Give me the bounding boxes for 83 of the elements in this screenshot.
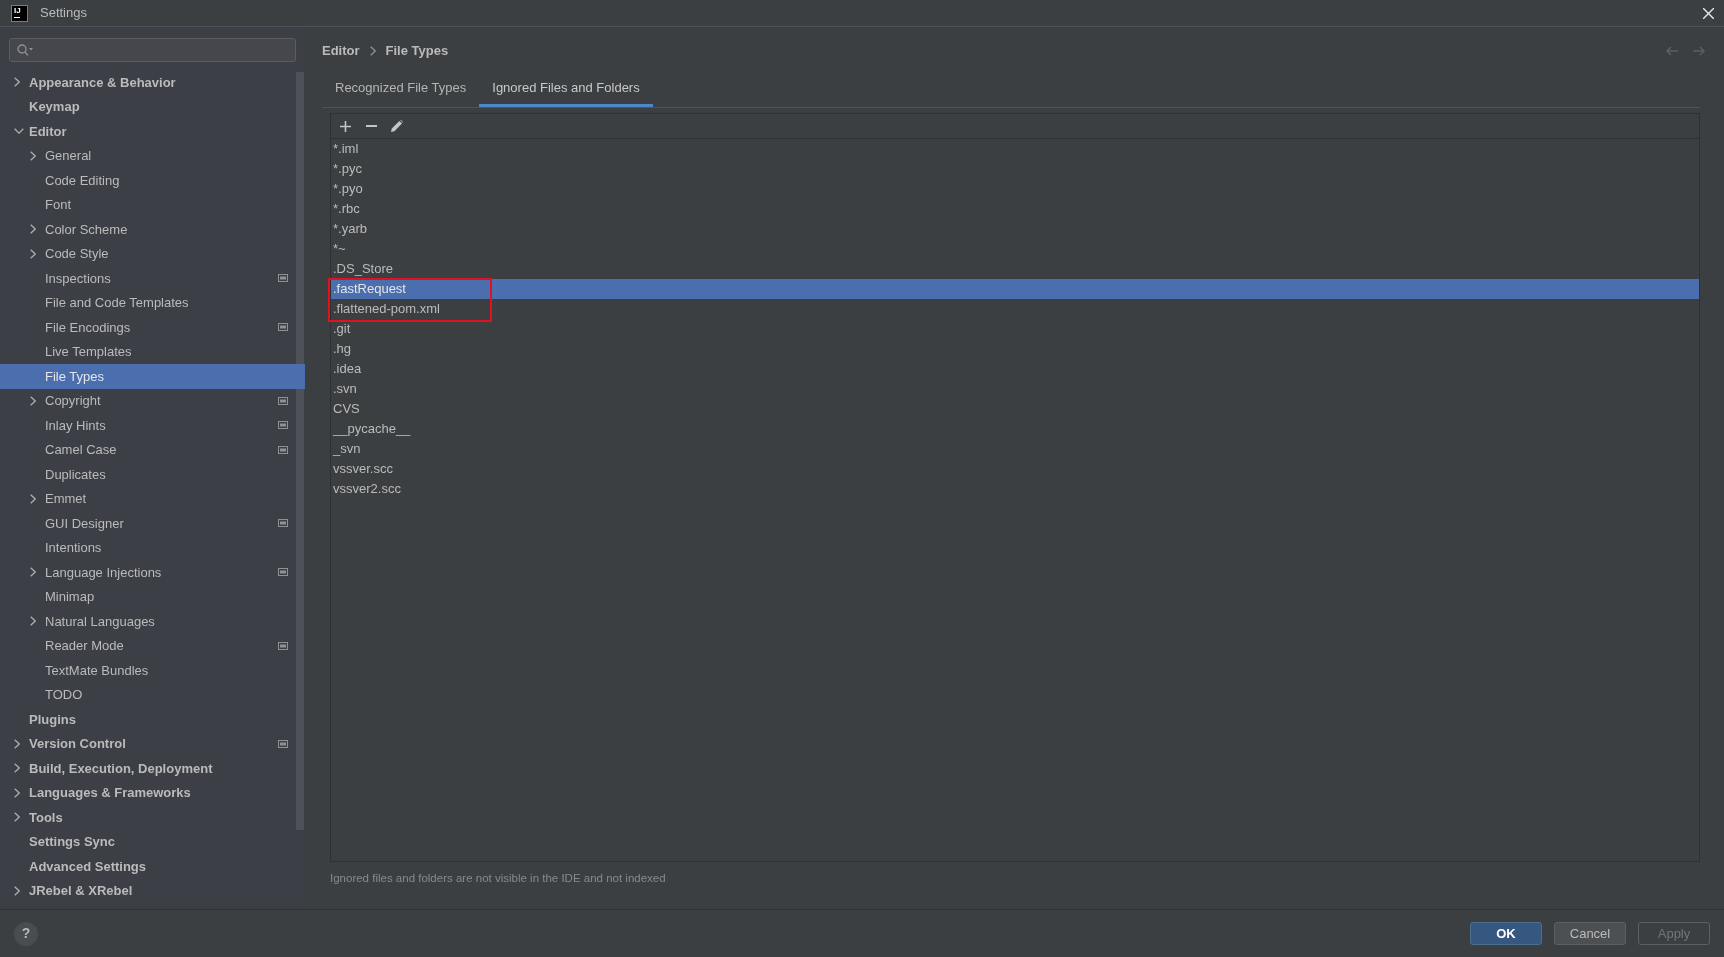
sidebar-item[interactable]: GUI Designer bbox=[0, 511, 305, 536]
sidebar-item[interactable]: Settings Sync bbox=[0, 829, 305, 854]
sidebar-item[interactable]: Color Scheme bbox=[0, 217, 305, 242]
chevron-right-icon[interactable] bbox=[30, 224, 36, 235]
chevron-right-icon[interactable] bbox=[30, 493, 36, 504]
sidebar-item[interactable]: Font bbox=[0, 192, 305, 217]
sidebar-item[interactable]: Camel Case bbox=[0, 437, 305, 462]
sidebar-item[interactable]: Minimap bbox=[0, 584, 305, 609]
breadcrumb-item: Editor bbox=[322, 41, 360, 60]
chevron-right-icon bbox=[369, 45, 376, 56]
list-item[interactable]: _svn bbox=[331, 439, 1699, 459]
sidebar-item[interactable]: Advanced Settings bbox=[0, 854, 305, 879]
tab[interactable]: Ignored Files and Folders bbox=[479, 72, 653, 107]
sidebar-item[interactable]: JRebel & XRebel bbox=[0, 878, 305, 903]
sidebar-item[interactable]: Code Editing bbox=[0, 168, 305, 193]
chevron-right-icon[interactable] bbox=[14, 787, 20, 798]
sidebar-item[interactable]: Keymap bbox=[0, 94, 305, 119]
sidebar-item[interactable]: Version Control bbox=[0, 731, 305, 756]
sidebar-item[interactable]: Language Injections bbox=[0, 560, 305, 585]
list-item[interactable]: *.yarb bbox=[331, 219, 1699, 239]
sidebar-item[interactable]: Live Templates bbox=[0, 339, 305, 364]
chevron-right-icon[interactable] bbox=[14, 812, 20, 823]
list-item[interactable]: *.rbc bbox=[331, 199, 1699, 219]
list-item[interactable]: .flattened-pom.xml bbox=[331, 299, 1699, 319]
hint-text: Ignored files and folders are not visible in the IDE and not indexed bbox=[330, 871, 666, 885]
list-item[interactable]: *.iml bbox=[331, 139, 1699, 159]
chevron-right-icon[interactable] bbox=[14, 738, 20, 749]
sidebar-item[interactable]: Inspections bbox=[0, 266, 305, 291]
chevron-right-icon[interactable] bbox=[30, 248, 36, 259]
add-icon[interactable] bbox=[339, 120, 351, 132]
sidebar-item[interactable]: Languages & Frameworks bbox=[0, 780, 305, 805]
app-logo: IJ bbox=[11, 4, 28, 22]
list-item[interactable]: CVS bbox=[331, 399, 1699, 419]
search-icon bbox=[17, 44, 33, 56]
sidebar-item[interactable]: Emmet bbox=[0, 486, 305, 511]
list-item[interactable]: .git bbox=[331, 319, 1699, 339]
list-item[interactable]: *.pyo bbox=[331, 179, 1699, 199]
sidebar-item[interactable]: Duplicates bbox=[0, 462, 305, 487]
chevron-right-icon[interactable] bbox=[14, 77, 20, 88]
sidebar-item[interactable]: Intentions bbox=[0, 535, 305, 560]
sidebar-item[interactable]: TODO bbox=[0, 682, 305, 707]
sidebar-item[interactable]: TextMate Bundles bbox=[0, 658, 305, 683]
list-item[interactable]: .fastRequest bbox=[331, 279, 1699, 299]
list-item[interactable]: vssver.scc bbox=[331, 459, 1699, 479]
chevron-right-icon[interactable] bbox=[30, 616, 36, 627]
sidebar-item[interactable]: Editor bbox=[0, 119, 305, 144]
window-title: Settings bbox=[40, 4, 87, 23]
close-icon[interactable] bbox=[1703, 7, 1714, 19]
chevron-right-icon[interactable] bbox=[14, 763, 20, 774]
sidebar-item[interactable]: File Encodings bbox=[0, 315, 305, 340]
sidebar-item[interactable]: File Types bbox=[0, 364, 305, 389]
scrollbar-thumb[interactable] bbox=[296, 72, 304, 830]
sidebar-item[interactable]: Natural Languages bbox=[0, 609, 305, 634]
chevron-right-icon[interactable] bbox=[14, 885, 20, 896]
sidebar-item[interactable]: Appearance & Behavior bbox=[0, 70, 305, 95]
sidebar-item[interactable]: Code Style bbox=[0, 241, 305, 266]
breadcrumb-item: File Types bbox=[385, 41, 449, 60]
sidebar-item[interactable]: Plugins bbox=[0, 707, 305, 732]
sidebar-item[interactable]: Inlay Hints bbox=[0, 413, 305, 438]
sidebar-item[interactable]: File and Code Templates bbox=[0, 290, 305, 315]
sidebar-item[interactable]: Reader Mode bbox=[0, 633, 305, 658]
tab[interactable]: Recognized File Types bbox=[322, 72, 480, 107]
list-item[interactable]: __pycache__ bbox=[331, 419, 1699, 439]
help-button[interactable]: ? bbox=[14, 921, 38, 946]
sidebar-item[interactable]: Tools bbox=[0, 805, 305, 830]
sidebar-item[interactable]: Build, Execution, Deployment bbox=[0, 756, 305, 781]
chevron-right-icon[interactable] bbox=[30, 395, 36, 406]
chevron-right-icon[interactable] bbox=[30, 567, 36, 578]
chevron-down-icon[interactable] bbox=[14, 128, 24, 135]
list-item[interactable]: .hg bbox=[331, 339, 1699, 359]
chevron-right-icon[interactable] bbox=[30, 150, 36, 161]
list-item[interactable]: .DS_Store bbox=[331, 259, 1699, 279]
list-item[interactable]: *~ bbox=[331, 239, 1699, 259]
list-item[interactable]: vssver2.scc bbox=[331, 479, 1699, 499]
pencil-icon[interactable] bbox=[391, 120, 403, 132]
list-item[interactable]: .idea bbox=[331, 359, 1699, 379]
dialog-button[interactable]: OK bbox=[1470, 922, 1542, 945]
search-field[interactable] bbox=[9, 38, 296, 62]
list-item[interactable]: .svn bbox=[331, 379, 1699, 399]
dialog-button[interactable]: Cancel bbox=[1554, 922, 1626, 945]
list-item[interactable]: *.pyc bbox=[331, 159, 1699, 179]
sidebar-item[interactable]: General bbox=[0, 143, 305, 168]
sidebar-item[interactable]: Copyright bbox=[0, 388, 305, 413]
